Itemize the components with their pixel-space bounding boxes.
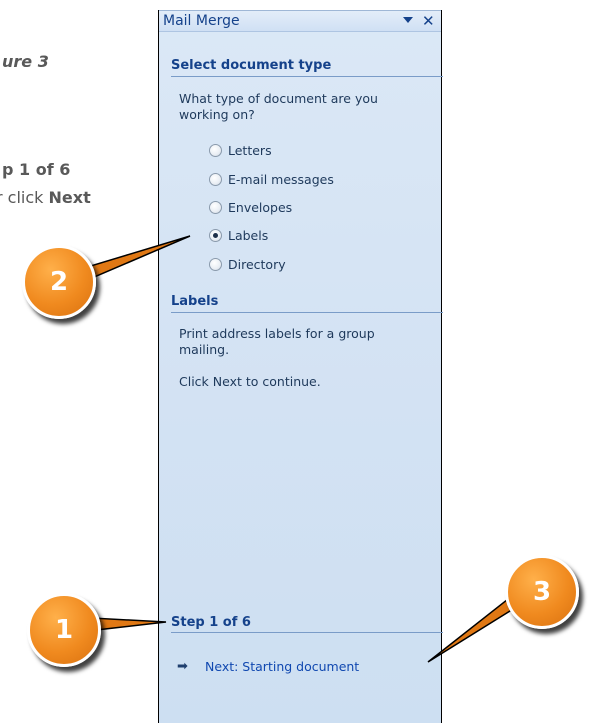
section-divider [171, 76, 443, 77]
callout-badge-3: 3 [505, 555, 579, 629]
pane-options-dropdown-icon[interactable] [403, 17, 413, 23]
select-document-type-heading: Select document type [171, 58, 332, 73]
document-type-prompt-line1: What type of document are you [179, 91, 378, 106]
document-click-instruction: r click Next [0, 188, 91, 207]
radio-option-directory[interactable]: Directory [209, 255, 286, 273]
continue-instruction: Click Next to continue. [179, 374, 321, 389]
radio-label: E-mail messages [228, 171, 334, 187]
labels-description-line1: Print address labels for a group [179, 326, 375, 341]
radio-button-icon[interactable] [209, 257, 222, 271]
document-step-label: p 1 of 6 [2, 160, 71, 179]
callout-badge-1: 1 [27, 593, 101, 667]
radio-option-labels[interactable]: Labels [209, 226, 268, 244]
task-pane-titlebar: Mail Merge ✕ [159, 10, 441, 32]
radio-label: Directory [228, 256, 286, 272]
section-divider [171, 632, 443, 633]
labels-heading: Labels [171, 294, 219, 309]
radio-label: Envelopes [228, 199, 293, 215]
labels-description-line2: mailing. [179, 342, 230, 357]
document-click-next: Next [48, 188, 91, 207]
radio-button-icon[interactable] [209, 200, 222, 214]
radio-button-icon[interactable] [209, 172, 222, 186]
radio-option-email-messages[interactable]: E-mail messages [209, 170, 334, 188]
screenshot-stage: ure 3 p 1 of 6 r click Next Mail Merge ✕… [0, 0, 597, 723]
radio-button-selected-icon[interactable] [209, 228, 222, 242]
callout-badge-2: 2 [22, 245, 96, 319]
radio-button-icon[interactable] [209, 143, 222, 157]
document-click-prefix: r click [0, 188, 49, 207]
wizard-step-indicator: Step 1 of 6 [171, 615, 251, 630]
task-pane-title: Mail Merge [163, 13, 240, 29]
mail-merge-task-pane: Mail Merge ✕ Select document type What t… [158, 10, 443, 723]
callout-1-pointer [90, 617, 167, 631]
arrow-right-icon: ➡ [177, 659, 188, 674]
radio-label: Labels [228, 227, 269, 243]
radio-option-letters[interactable]: Letters [209, 141, 272, 159]
section-divider [171, 312, 443, 313]
next-starting-document-link[interactable]: ➡ Next: Starting document [177, 659, 359, 674]
next-link-label: Next: Starting document [205, 659, 360, 674]
callout-number: 2 [49, 267, 69, 297]
document-type-prompt: What type of document are you working on… [179, 91, 378, 123]
document-type-prompt-line2: working on? [179, 107, 255, 122]
document-figure-label: ure 3 [2, 52, 49, 71]
callout-number: 3 [532, 577, 552, 607]
radio-label: Letters [228, 142, 272, 158]
radio-option-envelopes[interactable]: Envelopes [209, 198, 292, 216]
callout-number: 1 [54, 615, 74, 645]
labels-description: Print address labels for a group mailing… [179, 326, 375, 358]
close-icon[interactable]: ✕ [422, 12, 435, 30]
